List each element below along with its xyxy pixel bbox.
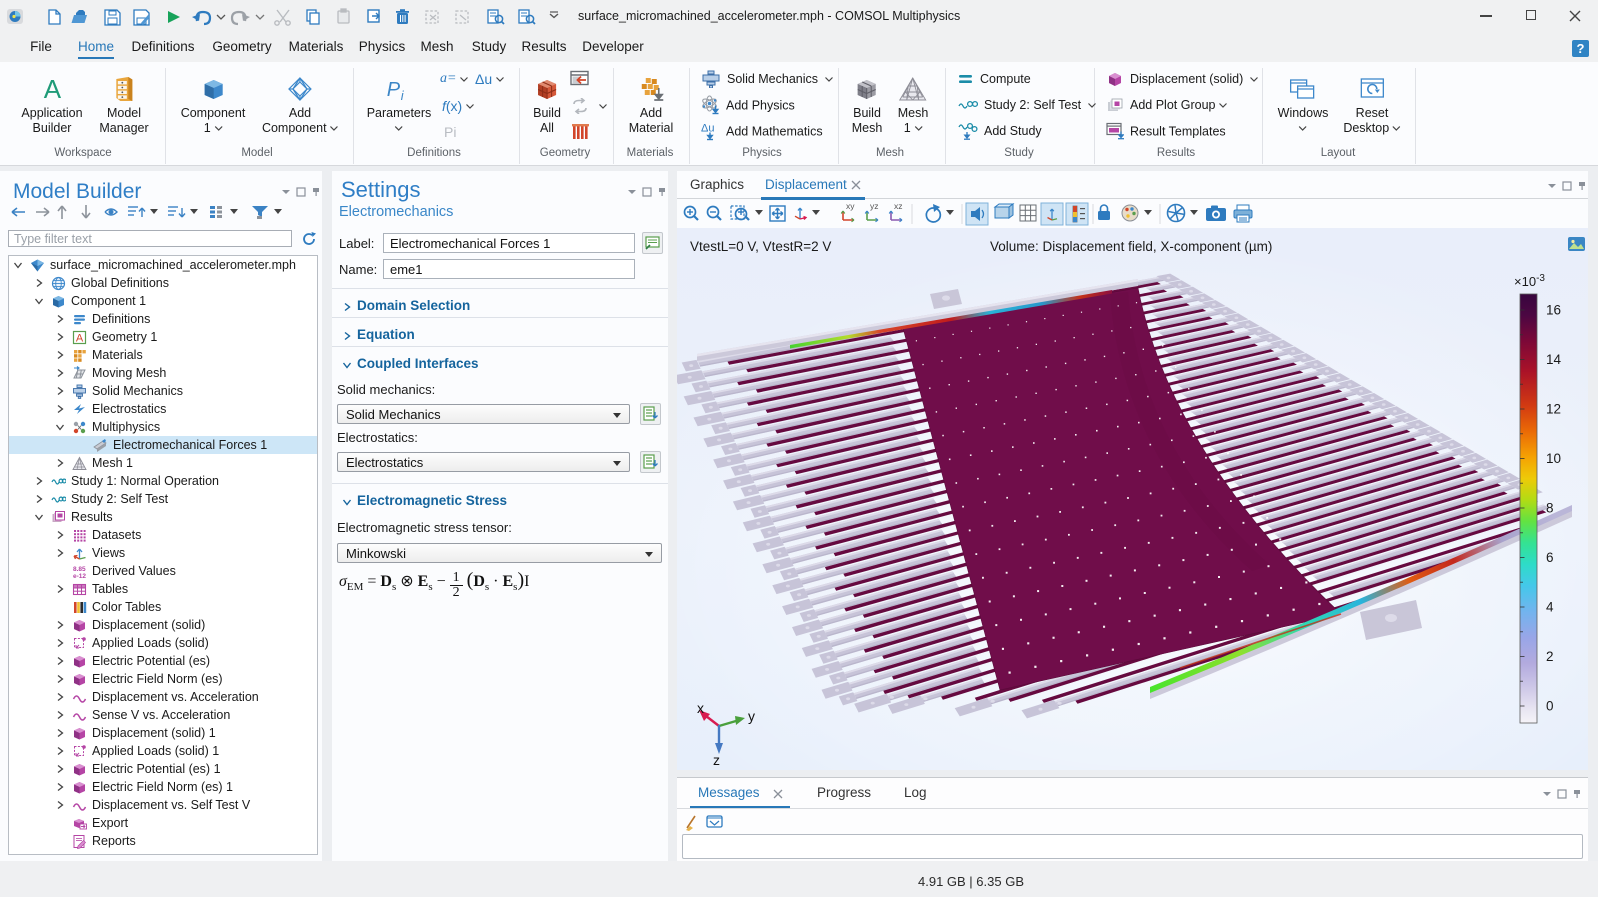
- svg-text:yz: yz: [870, 201, 879, 211]
- svg-text:x: x: [697, 700, 704, 716]
- svg-text:A: A: [76, 332, 84, 344]
- svg-text:14: 14: [1546, 352, 1562, 367]
- svg-text:xy: xy: [846, 201, 855, 211]
- svg-text:4: 4: [1546, 600, 1554, 615]
- svg-text:16: 16: [1546, 303, 1561, 318]
- svg-text:2: 2: [1546, 649, 1554, 664]
- svg-text:Δu: Δu: [701, 123, 714, 135]
- svg-text:VtestL=0 V, VtestR=2 V: VtestL=0 V, VtestR=2 V: [690, 239, 831, 254]
- svg-text:i: i: [401, 88, 405, 102]
- svg-text:z: z: [713, 752, 720, 768]
- svg-text:e-12: e-12: [73, 573, 86, 579]
- svg-text:10: 10: [1546, 451, 1561, 466]
- svg-text:Volume: Displacement field, X-: Volume: Displacement field, X-component …: [990, 239, 1272, 254]
- svg-text:P: P: [387, 79, 401, 101]
- svg-text:A: A: [43, 76, 61, 102]
- svg-text:xz: xz: [894, 201, 903, 211]
- svg-text:8: 8: [1546, 501, 1554, 516]
- svg-text:y: y: [748, 708, 755, 724]
- svg-text:8.85: 8.85: [73, 566, 86, 573]
- svg-text:0: 0: [1546, 699, 1554, 714]
- svg-text:6: 6: [1546, 550, 1554, 565]
- svg-text:12: 12: [1546, 402, 1561, 417]
